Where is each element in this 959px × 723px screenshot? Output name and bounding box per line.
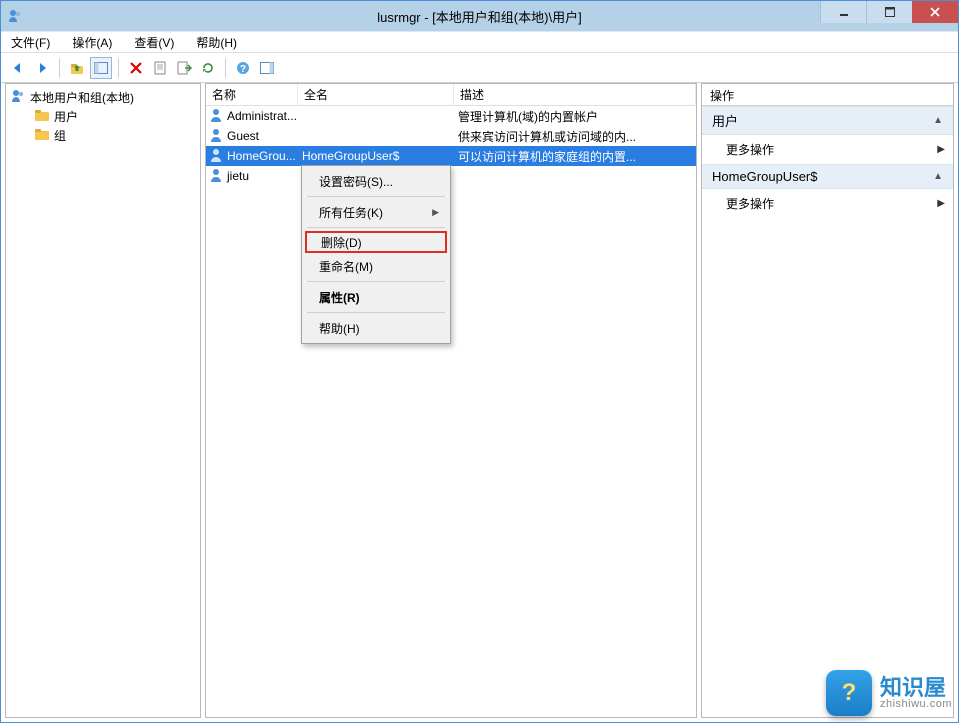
app-window: lusrmgr - [本地用户和组(本地)\用户] 文件(F) 操作(A) 查看… (0, 0, 959, 723)
context-help[interactable]: 帮助(H) (305, 316, 447, 340)
chevron-up-icon: ▲ (933, 115, 943, 126)
up-folder-button[interactable] (66, 57, 88, 79)
chevron-up-icon: ▲ (933, 171, 943, 182)
toolbar-divider-2 (118, 58, 119, 78)
menu-help[interactable]: 帮助(H) (192, 32, 241, 53)
back-button[interactable] (7, 57, 29, 79)
minimize-button[interactable] (820, 1, 866, 23)
action-more-homegroup[interactable]: 更多操作 ▶ (702, 189, 953, 218)
action-section-users[interactable]: 用户 ▲ (702, 106, 953, 135)
show-hide-action-button[interactable] (256, 57, 278, 79)
maximize-button[interactable] (866, 1, 912, 23)
context-separator (307, 281, 445, 282)
toolbar-divider-1 (59, 58, 60, 78)
context-rename-label: 重命名(M) (319, 258, 373, 275)
tree-groups-label: 组 (54, 127, 66, 144)
watermark-badge-icon: ? (826, 670, 872, 716)
action-more-users[interactable]: 更多操作 ▶ (702, 135, 953, 164)
watermark: ? 知识屋 zhishiwu.com (826, 670, 952, 716)
tree-root-label: 本地用户和组(本地) (30, 89, 134, 106)
action-section-homegroup[interactable]: HomeGroupUser$ ▲ (702, 164, 953, 189)
action-header: 操作 (702, 84, 953, 106)
folder-icon (34, 107, 50, 126)
context-help-label: 帮助(H) (319, 320, 360, 337)
action-section-users-label: 用户 (712, 111, 738, 130)
properties-button[interactable] (149, 57, 171, 79)
context-properties[interactable]: 属性(R) (305, 285, 447, 309)
watermark-text: 知识屋 zhishiwu.com (880, 676, 952, 711)
context-separator (307, 227, 445, 228)
tree-root[interactable]: 本地用户和组(本地) (8, 88, 198, 107)
context-delete-label: 删除(D) (321, 234, 362, 251)
context-separator (307, 196, 445, 197)
context-delete[interactable]: 删除(D) (305, 231, 447, 253)
row-name: jietu (227, 169, 249, 183)
svg-text:?: ? (240, 64, 246, 75)
forward-button[interactable] (31, 57, 53, 79)
title-bar: lusrmgr - [本地用户和组(本地)\用户] (1, 1, 958, 31)
menu-view[interactable]: 查看(V) (130, 32, 178, 53)
row-name: HomeGrou... (227, 149, 296, 163)
menu-action[interactable]: 操作(A) (68, 32, 116, 53)
row-name: Administrat... (227, 109, 297, 123)
action-more-users-label: 更多操作 (726, 141, 774, 158)
col-header-desc[interactable]: 描述 (454, 83, 696, 106)
watermark-cn: 知识屋 (880, 676, 952, 699)
user-icon (208, 147, 224, 166)
export-button[interactable] (173, 57, 195, 79)
toolbar-divider-3 (225, 58, 226, 78)
tree-users-label: 用户 (54, 108, 78, 125)
show-hide-tree-button[interactable] (90, 57, 112, 79)
context-set-password[interactable]: 设置密码(S)... (305, 169, 447, 193)
row-desc: 管理计算机(域)的内置帐户 (454, 108, 696, 125)
list-row[interactable]: Administrat... 管理计算机(域)的内置帐户 (206, 106, 696, 126)
tree-item-users[interactable]: 用户 (8, 107, 198, 126)
watermark-url: zhishiwu.com (880, 699, 952, 711)
folder-icon (34, 126, 50, 145)
action-section-homegroup-label: HomeGroupUser$ (712, 169, 818, 184)
list-header: 名称 全名 描述 (206, 84, 696, 106)
user-icon (208, 167, 224, 186)
action-panel: 操作 用户 ▲ 更多操作 ▶ HomeGroupUser$ ▲ 更多操作 ▶ (701, 83, 954, 718)
context-all-tasks[interactable]: 所有任务(K) (305, 200, 447, 224)
context-menu: 设置密码(S)... 所有任务(K) 删除(D) 重命名(M) 属性(R) 帮助… (301, 165, 451, 344)
window-title: lusrmgr - [本地用户和组(本地)\用户] (1, 7, 958, 26)
context-set-password-label: 设置密码(S)... (319, 173, 393, 190)
arrow-right-icon: ▶ (937, 144, 945, 155)
col-header-name[interactable]: 名称 (206, 83, 298, 106)
row-desc: 可以访问计算机的家庭组的内置... (454, 148, 696, 165)
window-controls (820, 1, 958, 23)
users-groups-icon (10, 88, 26, 107)
list-body: Administrat... 管理计算机(域)的内置帐户 Guest 供来宾访问… (206, 106, 696, 186)
main-content: 本地用户和组(本地) 用户 组 名称 全名 描述 (5, 83, 954, 718)
tree-panel: 本地用户和组(本地) 用户 组 (5, 83, 201, 718)
context-all-tasks-label: 所有任务(K) (319, 204, 383, 221)
row-name: Guest (227, 129, 259, 143)
list-row[interactable]: Guest 供来宾访问计算机或访问域的内... (206, 126, 696, 146)
watermark-badge-label: ? (842, 679, 857, 707)
context-properties-label: 属性(R) (319, 291, 360, 305)
toolbar: ? (1, 53, 958, 83)
user-icon (208, 107, 224, 126)
menu-file[interactable]: 文件(F) (7, 32, 54, 53)
help-button[interactable]: ? (232, 57, 254, 79)
tree-item-groups[interactable]: 组 (8, 126, 198, 145)
delete-button[interactable] (125, 57, 147, 79)
menu-bar: 文件(F) 操作(A) 查看(V) 帮助(H) (1, 31, 958, 53)
context-separator (307, 312, 445, 313)
app-icon (7, 8, 23, 24)
refresh-button[interactable] (197, 57, 219, 79)
context-rename[interactable]: 重命名(M) (305, 254, 447, 278)
list-row[interactable]: jietu (206, 166, 696, 186)
action-more-homegroup-label: 更多操作 (726, 195, 774, 212)
row-desc: 供来宾访问计算机或访问域的内... (454, 128, 696, 145)
user-icon (208, 127, 224, 146)
list-panel: 名称 全名 描述 Administrat... 管理计算机(域)的内置帐户 G (205, 83, 697, 718)
arrow-right-icon: ▶ (937, 198, 945, 209)
list-row-selected[interactable]: HomeGrou... HomeGroupUser$ 可以访问计算机的家庭组的内… (206, 146, 696, 166)
close-button[interactable] (912, 1, 958, 23)
row-fullname: HomeGroupUser$ (298, 149, 454, 163)
col-header-fullname[interactable]: 全名 (298, 83, 454, 106)
